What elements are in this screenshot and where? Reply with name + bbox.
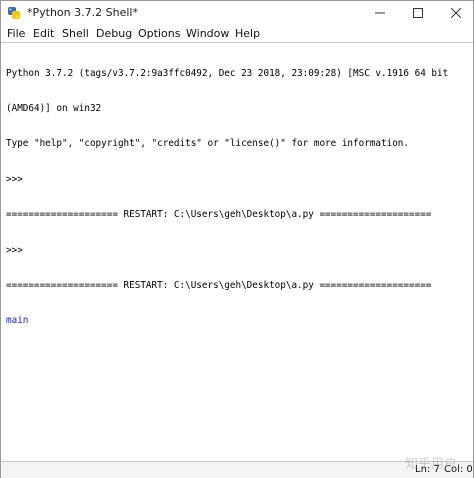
python-app-icon [8, 7, 20, 19]
shell-line-prompt-1: >>> [6, 173, 29, 185]
shell-line-banner-1: Python 3.7.2 (tags/v3.7.2:9a3ffc0492, De… [6, 67, 449, 79]
menu-edit[interactable]: Edit [33, 27, 54, 40]
shell-line-stdout: main [6, 315, 29, 327]
minimize-button[interactable] [363, 1, 397, 25]
shell-output: Python 3.7.2 (tags/v3.7.2:9a3ffc0492, De… [6, 44, 448, 351]
title-bar[interactable]: *Python 3.7.2 Shell* [1, 1, 473, 25]
menu-options[interactable]: Options [138, 27, 180, 40]
menu-file[interactable]: File [7, 27, 25, 40]
menu-shell[interactable]: Shell [62, 27, 89, 40]
menu-debug[interactable]: Debug [96, 27, 132, 40]
shell-line-banner-3: Type "help", "copyright", "credits" or "… [6, 138, 409, 150]
shell-line-restart-2: ==================== RESTART: C:\Users\g… [6, 279, 432, 291]
close-button[interactable] [439, 1, 473, 25]
menu-help[interactable]: Help [235, 27, 260, 40]
menu-window[interactable]: Window [186, 27, 229, 40]
minimize-icon [375, 12, 385, 14]
idle-shell-window: *Python 3.7.2 Shell* File Edit Shell Deb… [0, 0, 474, 478]
window-title: *Python 3.7.2 Shell* [27, 6, 138, 19]
shell-line-prompt-2: >>> [6, 244, 29, 256]
watermark: 知乎用户 [405, 457, 458, 472]
maximize-button[interactable] [401, 1, 435, 25]
shell-line-restart-1: ==================== RESTART: C:\Users\g… [6, 209, 432, 221]
maximize-icon [413, 8, 423, 18]
close-icon [451, 8, 461, 18]
menu-bar: File Edit Shell Debug Options Window Hel… [1, 26, 473, 42]
shell-line-banner-2: (AMD64)] on win32 [6, 102, 102, 114]
status-bar: Ln: 7 Col: 0 [1, 461, 473, 478]
shell-text-area[interactable]: Python 3.7.2 (tags/v3.7.2:9a3ffc0492, De… [1, 42, 473, 461]
